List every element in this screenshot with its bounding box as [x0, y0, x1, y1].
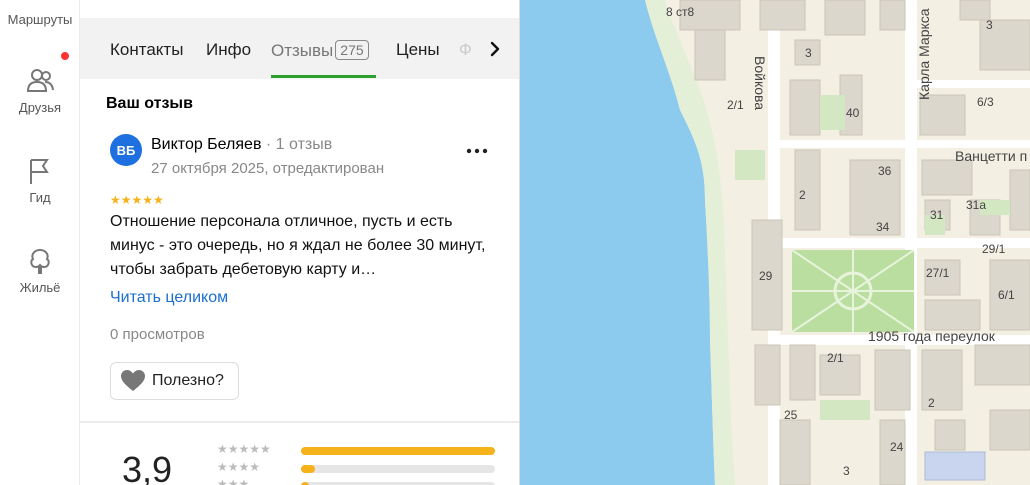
map-house-number: 27/1: [926, 266, 950, 280]
tab-info[interactable]: Инфо: [206, 40, 251, 60]
useful-button[interactable]: Полезно?: [110, 362, 239, 400]
author-name: Виктор Беляев: [151, 136, 262, 153]
map-house-number: 24: [890, 440, 904, 454]
map-house-number: 3: [843, 464, 850, 478]
flag-icon: [30, 159, 49, 184]
review-text: Отношение персонала отличное, пусть и ес…: [110, 213, 486, 278]
avatar[interactable]: ВБ: [110, 134, 142, 166]
tab-reviews-label: Отзывы: [271, 41, 334, 60]
divider: [80, 421, 519, 423]
map-house-number: 40: [846, 106, 860, 120]
street-label-karla-marksa: Карла Маркса: [916, 8, 932, 100]
map-house-number: 2: [799, 188, 806, 202]
section-title: Ваш отзыв: [106, 95, 193, 112]
map-house-number: 36: [878, 164, 892, 178]
chevron-right-icon[interactable]: [484, 36, 506, 62]
street-label-voikova: Войкова: [752, 56, 768, 111]
tab-contacts[interactable]: Контакты: [110, 40, 183, 60]
rail-item-label: Жильё: [19, 280, 61, 295]
read-more-link[interactable]: Читать целиком: [110, 289, 228, 307]
map-house-number: 29: [759, 269, 773, 283]
map-house-number: 8 ст8: [666, 5, 695, 19]
map-view[interactable]: 8 ст8 3 3 2/1 40 6/3 36 2 34 31 31а 29/1…: [520, 0, 1030, 485]
useful-label: Полезно?: [152, 372, 224, 389]
map-house-number: 34: [876, 220, 890, 234]
tab-reviews[interactable]: Отзывы 275: [271, 40, 369, 61]
tree-icon: [30, 248, 50, 274]
map-house-number: 29/1: [982, 242, 1006, 256]
notification-dot: [61, 52, 69, 60]
review-stars: ★★★★★: [110, 193, 164, 207]
rating-row-stars: ★★★★★: [217, 442, 271, 456]
heart-icon: [121, 370, 145, 391]
rail-item-housing[interactable]: Жильё: [0, 246, 80, 295]
map-canvas: [520, 0, 1030, 485]
street-label-1905: 1905 года переулок: [868, 328, 995, 344]
rating-bar-fill: [301, 447, 495, 455]
reviews-count-badge: 275: [335, 40, 369, 60]
map-house-number: 2/1: [827, 351, 844, 365]
map-house-number: 31а: [966, 198, 987, 212]
rail-item-label: Друзья: [18, 100, 62, 115]
map-house-number: 25: [784, 408, 798, 422]
rail-item-label: Маршруты: [7, 12, 73, 27]
map-house-number: 6/1: [998, 288, 1015, 302]
street-label-vanzetti: Ванцетти п: [955, 148, 1028, 164]
rail-item-routes[interactable]: Маршруты: [0, 12, 80, 27]
rating-row-stars: ★★★: [217, 477, 250, 485]
map-house-number: 6/3: [977, 95, 994, 109]
tab-bar: Контакты Инфо Отзывы 275 Цены Ф: [80, 18, 519, 79]
rating-bar-fill: [301, 465, 315, 473]
rail-item-friends[interactable]: Друзья: [0, 66, 80, 115]
rating-bar-track: [301, 465, 495, 473]
map-house-number: 31: [930, 208, 944, 222]
tab-prices[interactable]: Цены: [396, 40, 440, 60]
average-rating: 3,9: [122, 449, 173, 485]
rating-bar-track: [301, 447, 495, 455]
more-options-icon[interactable]: [462, 138, 492, 164]
map-house-number: 2: [928, 396, 935, 410]
tab-photos-faded[interactable]: Ф: [459, 40, 472, 60]
map-house-number: 3: [986, 18, 993, 32]
map-house-number: 2/1: [727, 98, 744, 112]
active-tab-indicator: [271, 75, 376, 78]
review-date: 27 октября 2025, отредактирован: [151, 160, 385, 177]
review-views: 0 просмотров: [110, 326, 205, 343]
rating-row-stars: ★★★★: [217, 460, 261, 474]
friends-icon: [26, 69, 54, 92]
map-house-number: 3: [805, 46, 812, 60]
rail-item-label: Гид: [29, 190, 51, 205]
rail-item-guide[interactable]: Гид: [0, 156, 80, 205]
left-rail: Маршруты Друзья Гид Жильё: [0, 0, 80, 485]
review-author[interactable]: Виктор Беляев · 1 отзыв: [151, 136, 332, 154]
organization-panel: Контакты Инфо Отзывы 275 Цены Ф Ваш отзыв…: [80, 0, 520, 485]
author-review-count: · 1 отзыв: [261, 136, 333, 153]
